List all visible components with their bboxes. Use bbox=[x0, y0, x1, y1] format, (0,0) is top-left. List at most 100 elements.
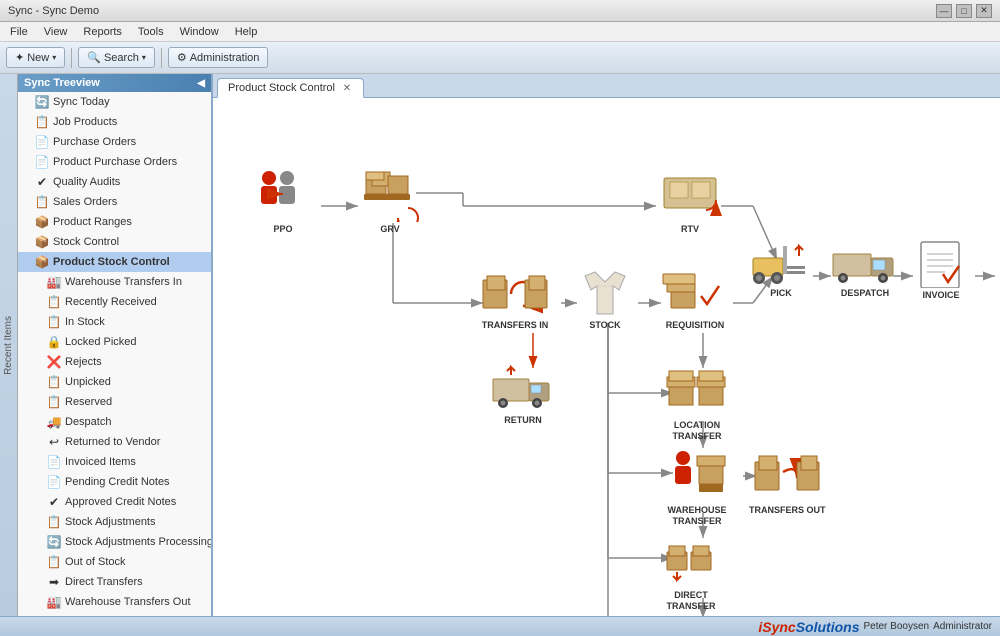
return-label: RETURN bbox=[504, 415, 542, 426]
reserved-label: Reserved bbox=[65, 396, 112, 408]
node-warehouse-transfer[interactable]: WAREHOUSETRANSFER bbox=[663, 448, 731, 527]
sidebar-item-warehouse-transfers-out[interactable]: 🏭 Warehouse Transfers Out bbox=[18, 592, 211, 612]
node-despatch[interactable]: DESPATCH bbox=[831, 238, 899, 299]
node-rtv[interactable]: RTV bbox=[658, 168, 722, 235]
sidebar-item-job-products[interactable]: 📋 Job Products bbox=[18, 112, 211, 132]
node-location-transfer[interactable]: LOCATIONTRANSFER bbox=[663, 363, 731, 442]
recently-received-icon: 📋 bbox=[46, 294, 62, 310]
sidebar-item-stock-adjustments-processing[interactable]: 🔄 Stock Adjustments Processing bbox=[18, 532, 211, 552]
status-user: Peter Booysen bbox=[863, 621, 929, 632]
warehouse-transfer-label: WAREHOUSETRANSFER bbox=[667, 505, 726, 527]
locked-picked-label: Locked Picked bbox=[65, 336, 137, 348]
direct-transfer-icon bbox=[663, 538, 719, 588]
sidebar-item-sync-today[interactable]: 🔄 Sync Today bbox=[18, 92, 211, 112]
warehouse-transfers-in-icon: 🏭 bbox=[46, 274, 62, 290]
reserved-icon: 📋 bbox=[46, 394, 62, 410]
stock-adjustments-icon: 📋 bbox=[46, 514, 62, 530]
sidebar-item-recently-received[interactable]: 📋 Recently Received bbox=[18, 292, 211, 312]
sidebar-item-unpicked[interactable]: 📋 Unpicked bbox=[18, 372, 211, 392]
sidebar-item-approved-credit-notes[interactable]: ✔ Approved Credit Notes bbox=[18, 492, 211, 512]
title-bar: Sync - Sync Demo — □ ✕ bbox=[0, 0, 1000, 22]
node-return[interactable]: RETURN bbox=[491, 363, 555, 426]
warehouse-transfer-icon bbox=[663, 448, 731, 503]
node-transfers-in[interactable]: TRANSFERS IN bbox=[481, 268, 549, 331]
sales-orders-icon: 📋 bbox=[34, 194, 50, 210]
menu-view[interactable]: View bbox=[38, 24, 74, 40]
node-requisition[interactable]: REQUISITION bbox=[661, 268, 729, 331]
menu-window[interactable]: Window bbox=[174, 24, 225, 40]
sidebar-item-returned-to-vendor[interactable]: ↩ Returned to Vendor bbox=[18, 432, 211, 452]
diagram-canvas: PPO GRV bbox=[213, 98, 1000, 616]
sidebar-item-product-stock-control[interactable]: 📦 Product Stock Control bbox=[18, 252, 211, 272]
stock-control-label: Stock Control bbox=[53, 236, 119, 248]
sidebar-item-stock-adjustments[interactable]: 📋 Stock Adjustments bbox=[18, 512, 211, 532]
toolbar-separator-2 bbox=[161, 48, 162, 68]
warehouse-transfers-in-label: Warehouse Transfers In bbox=[65, 276, 182, 288]
node-stock[interactable]: STOCK bbox=[577, 268, 633, 331]
invoiced-items-icon: 📄 bbox=[46, 454, 62, 470]
admin-icon: ⚙ bbox=[177, 51, 187, 64]
new-button[interactable]: ✦ New ▾ bbox=[6, 47, 65, 68]
sidebar-item-product-ranges[interactable]: 📦 Product Ranges bbox=[18, 212, 211, 232]
node-credit-note[interactable]: CREDIT NOTE bbox=[995, 238, 1000, 312]
administration-button[interactable]: ⚙ Administration bbox=[168, 47, 269, 68]
despatch-icon: 🚚 bbox=[46, 414, 62, 430]
node-transfers-out[interactable]: TRANSFERS OUT bbox=[749, 448, 826, 516]
sidebar-item-direct-transfers[interactable]: ➡ Direct Transfers bbox=[18, 572, 211, 592]
sidebar-item-purchase-orders[interactable]: 📄 Purchase Orders bbox=[18, 132, 211, 152]
sidebar-header: Sync Treeview ◀ bbox=[18, 74, 211, 92]
minimize-button[interactable]: — bbox=[936, 4, 952, 18]
approved-credit-notes-label: Approved Credit Notes bbox=[65, 496, 176, 508]
location-transfer-label: LOCATIONTRANSFER bbox=[673, 420, 722, 442]
node-invoice[interactable]: INVOICE bbox=[913, 238, 969, 301]
sidebar-item-warehouse-transfers-in[interactable]: 🏭 Warehouse Transfers In bbox=[18, 272, 211, 292]
quality-audits-label: Quality Audits bbox=[53, 176, 120, 188]
ppo-icon bbox=[251, 168, 315, 222]
sidebar-item-reserved[interactable]: 📋 Reserved bbox=[18, 392, 211, 412]
node-pick[interactable]: PICK bbox=[749, 238, 813, 299]
invoice-label: INVOICE bbox=[922, 290, 959, 301]
sidebar-item-out-of-stock[interactable]: 📋 Out of Stock bbox=[18, 552, 211, 572]
node-ppo[interactable]: PPO bbox=[251, 168, 315, 235]
sidebar-item-in-stock[interactable]: 📋 In Stock bbox=[18, 312, 211, 332]
product-ranges-label: Product Ranges bbox=[53, 216, 132, 228]
search-button[interactable]: 🔍 Search ▾ bbox=[78, 47, 155, 68]
despatch-icon bbox=[831, 238, 899, 286]
sidebar-expand-button[interactable]: ◀ bbox=[197, 78, 205, 89]
sidebar-item-product-purchase-orders[interactable]: 📄 Product Purchase Orders bbox=[18, 152, 211, 172]
returned-to-vendor-icon: ↩ bbox=[46, 434, 62, 450]
diagram-area[interactable]: PPO GRV bbox=[213, 98, 1000, 616]
out-of-stock-label: Out of Stock bbox=[65, 556, 126, 568]
sidebar-item-sales-orders[interactable]: 📋 Sales Orders bbox=[18, 192, 211, 212]
node-direct-transfer[interactable]: DIRECTTRANSFER bbox=[663, 538, 719, 612]
sidebar-item-locked-picked[interactable]: 🔒 Locked Picked bbox=[18, 332, 211, 352]
menu-tools[interactable]: Tools bbox=[132, 24, 170, 40]
requisition-label: REQUISITION bbox=[666, 320, 725, 331]
recent-items-tab[interactable]: Recent Items bbox=[0, 74, 18, 616]
maximize-button[interactable]: □ bbox=[956, 4, 972, 18]
recent-items-label: Recent Items bbox=[3, 316, 14, 375]
approved-credit-notes-icon: ✔ bbox=[46, 494, 62, 510]
sidebar-item-pending-credit-notes[interactable]: 📄 Pending Credit Notes bbox=[18, 472, 211, 492]
sidebar-item-despatch[interactable]: 🚚 Despatch bbox=[18, 412, 211, 432]
sidebar-item-rejects[interactable]: ❌ Rejects bbox=[18, 352, 211, 372]
stock-icon bbox=[577, 268, 633, 318]
sidebar-item-invoiced-items[interactable]: 📄 Invoiced Items bbox=[18, 452, 211, 472]
window-title: Sync - Sync Demo bbox=[8, 5, 99, 17]
tab-close-button[interactable]: ✕ bbox=[341, 82, 353, 94]
status-role: Administrator bbox=[933, 621, 992, 632]
node-grv[interactable]: GRV bbox=[358, 168, 422, 235]
sidebar-item-stock-control[interactable]: 📦 Stock Control bbox=[18, 232, 211, 252]
sidebar-item-quality-audits[interactable]: ✔ Quality Audits bbox=[18, 172, 211, 192]
return-icon bbox=[491, 363, 555, 413]
menu-file[interactable]: File bbox=[4, 24, 34, 40]
menu-help[interactable]: Help bbox=[229, 24, 264, 40]
tab-product-stock-control[interactable]: Product Stock Control ✕ bbox=[217, 78, 364, 98]
transfers-out-icon bbox=[753, 448, 821, 503]
close-button[interactable]: ✕ bbox=[976, 4, 992, 18]
invoiced-items-label: Invoiced Items bbox=[65, 456, 136, 468]
unpicked-label: Unpicked bbox=[65, 376, 111, 388]
menu-reports[interactable]: Reports bbox=[77, 24, 128, 40]
sidebar: Sync Treeview ◀ 🔄 Sync Today 📋 Job Produ… bbox=[18, 74, 213, 616]
in-stock-label: In Stock bbox=[65, 316, 105, 328]
